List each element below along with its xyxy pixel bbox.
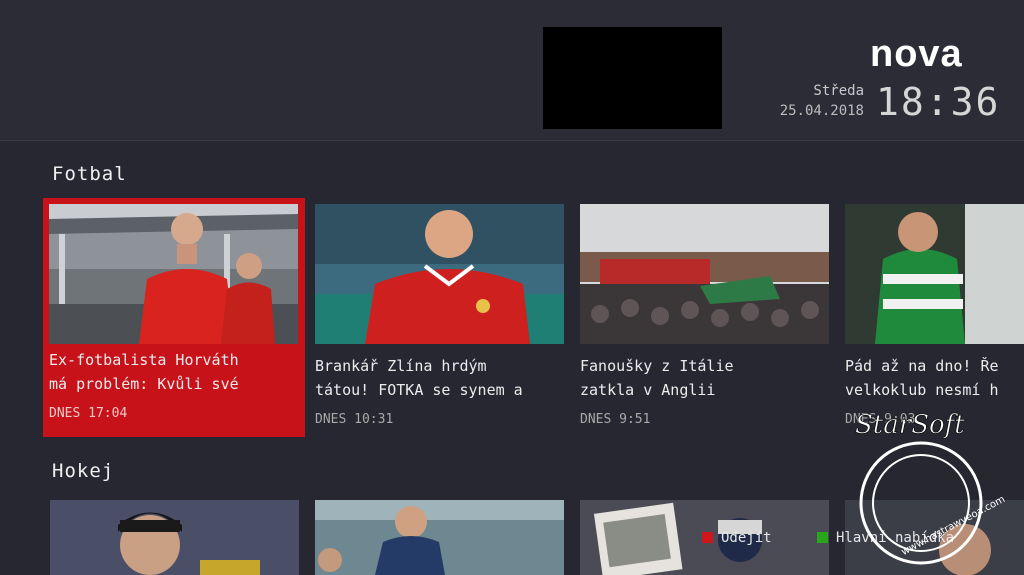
card-title: Brankář Zlína hrdým tátou! FOTKA se syne… [315, 357, 523, 399]
card-title: Ex-fotbalista Horváth má problém: Kvůli … [49, 351, 239, 393]
card-title: Fanoušky z Itálie zatkla v Anglii [580, 357, 734, 399]
card-thumbnail [315, 500, 564, 575]
clock: 18:36 [876, 80, 1001, 124]
card-time: DNES 17:04 [49, 406, 128, 421]
news-card[interactable] [50, 500, 300, 575]
nova-logo: nova [870, 33, 982, 75]
exit-hint[interactable]: Odejít [702, 530, 772, 546]
svg-text:StarSoft: StarSoft [855, 410, 965, 440]
news-card[interactable]: Pád až na dno! Ře velkoklub nesmí h DNES… [845, 204, 1024, 436]
card-thumbnail [315, 204, 564, 344]
card-thumbnail [580, 204, 829, 344]
card-thumbnail [49, 204, 298, 344]
date-label: 25.04.2018 [779, 103, 864, 119]
card-time: DNES 9:51 [580, 412, 651, 427]
news-card[interactable] [315, 500, 565, 575]
card-time: DNES 10:31 [315, 412, 394, 427]
red-key-icon [702, 532, 713, 543]
news-card[interactable]: Ex-fotbalista Horváth má problém: Kvůli … [43, 198, 305, 437]
exit-label: Odejít [721, 530, 772, 546]
svg-text:www.hastrawyeoa.com: www.hastrawyeoa.com [900, 494, 1007, 558]
news-card[interactable]: Brankář Zlína hrdým tátou! FOTKA se syne… [315, 204, 565, 436]
nova-logo-mark: nova [870, 33, 963, 75]
card-thumbnail [50, 500, 299, 575]
section-title-hokej: Hokej [52, 460, 115, 482]
weekday-label: Středa [813, 83, 864, 99]
watermark-stamp: StarSoft www.hastrawyeoa.com [853, 405, 1013, 565]
card-title: Pád až na dno! Ře velkoklub nesmí h [845, 357, 999, 399]
live-preview[interactable] [543, 27, 722, 129]
top-bar: nova Středa 25.04.2018 18:36 [0, 0, 1024, 141]
section-title-fotbal: Fotbal [52, 163, 127, 185]
card-thumbnail [845, 204, 1024, 344]
news-card[interactable]: Fanoušky z Itálie zatkla v Anglii DNES 9… [580, 204, 830, 436]
green-key-icon [817, 532, 828, 543]
svg-text:nova: nova [870, 34, 963, 74]
